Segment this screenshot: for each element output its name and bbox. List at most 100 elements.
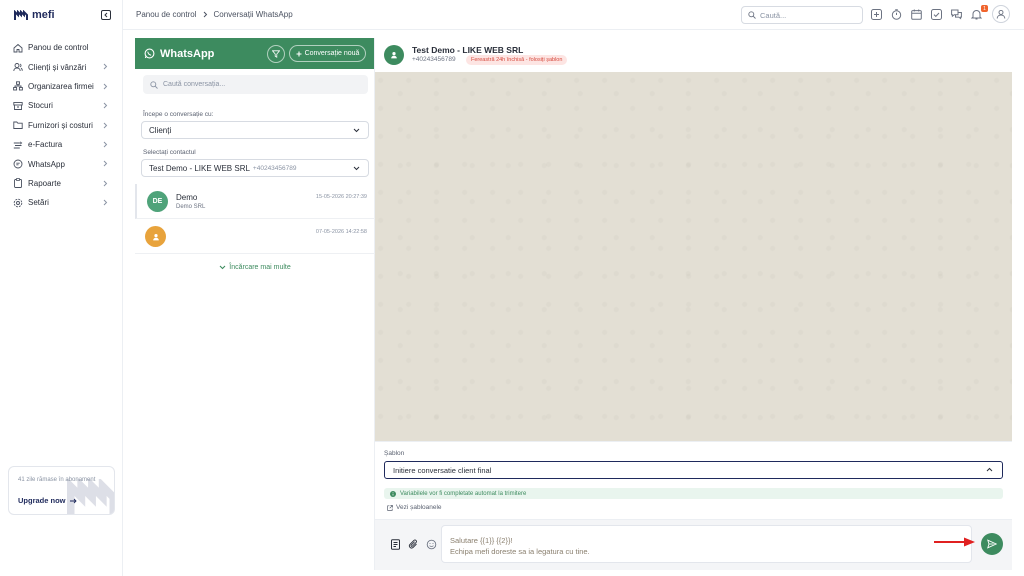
- collapse-sidebar-icon[interactable]: [101, 10, 111, 20]
- logo[interactable]: mefi: [14, 9, 55, 21]
- new-conversation-label: Conversație nouă: [304, 50, 360, 57]
- conversation-time: 15-05-2026 20:27:39: [315, 194, 367, 200]
- message-input[interactable]: Salutare {{1}} {{2}}! Echipa mefi dorest…: [441, 525, 972, 563]
- sidebar-item-label: Organizarea firmei: [28, 81, 94, 91]
- mefi-logo-icon: [14, 9, 28, 21]
- template-value: Initiere conversatie client final: [393, 465, 492, 475]
- paperclip-icon[interactable]: [408, 539, 419, 550]
- sidebar-item-label: e-Factura: [28, 140, 63, 150]
- sidebar-item-label: Setări: [28, 198, 49, 208]
- template-info-bar: Variabilele vor fi completate automat la…: [384, 488, 1003, 499]
- start-conversation-select[interactable]: Clienți: [141, 121, 369, 139]
- global-search-input[interactable]: Caută...: [741, 6, 863, 24]
- search-icon: [150, 80, 158, 89]
- user-icon: [390, 51, 398, 59]
- sidebar-item-stocuri[interactable]: Stocuri: [0, 96, 123, 115]
- conversation-name: Demo: [176, 193, 198, 202]
- upgrade-label: Upgrade now: [18, 496, 66, 505]
- promo-text: 41 zile rămase în abonament: [18, 477, 96, 483]
- breadcrumb-current: Conversații WhatsApp: [213, 10, 293, 19]
- breadcrumb-item[interactable]: Panou de control: [136, 10, 197, 19]
- chevron-right-icon: [103, 83, 108, 90]
- chat-header: Test Demo - LIKE WEB SRL +40243456789 Fe…: [375, 38, 1012, 72]
- task-check-icon[interactable]: [931, 9, 942, 20]
- sidebar-item-efactura[interactable]: e-Factura: [0, 135, 123, 154]
- send-button[interactable]: [981, 533, 1003, 555]
- sidebar-item-furnizori[interactable]: Furnizori și costuri: [0, 116, 123, 135]
- send-icon: [987, 539, 997, 549]
- sidebar-nav: Panou de control Clienți și vânzări Orga…: [0, 38, 123, 213]
- search-placeholder: Caută...: [760, 10, 787, 20]
- plus-icon: [296, 51, 302, 57]
- avatar-initials: DE: [152, 198, 163, 205]
- chevron-down-icon: [219, 265, 226, 270]
- chevron-right-icon: [103, 141, 108, 148]
- info-text: Variabilele vor fi completate automat la…: [400, 490, 527, 497]
- message-area[interactable]: [375, 72, 1012, 441]
- load-more-label: Încărcare mai multe: [229, 264, 291, 271]
- conversation-item[interactable]: DE Demo Demo SRL 15-05-2026 20:27:39: [135, 184, 375, 219]
- user-icon: [152, 233, 160, 241]
- message-composer: Salutare {{1}} {{2}}! Echipa mefi dorest…: [375, 519, 1012, 570]
- sidebar-item-label: Clienți și vânzări: [28, 62, 87, 72]
- user-icon: [996, 9, 1006, 19]
- sidebar-item-label: WhatsApp: [28, 159, 65, 169]
- chat-panel: Test Demo - LIKE WEB SRL +40243456789 Fe…: [375, 38, 1012, 570]
- filter-button[interactable]: [267, 45, 285, 63]
- whatsapp-header: WhatsApp Conversație nouă: [135, 38, 374, 69]
- conversation-avatar: DE: [147, 191, 168, 212]
- chevron-right-icon: [103, 122, 108, 129]
- org-icon: [13, 81, 23, 91]
- search-icon: [748, 11, 756, 19]
- calendar-icon[interactable]: [911, 9, 922, 20]
- filter-icon: [272, 50, 280, 58]
- template-section: Șablon Initiere conversatie client final…: [375, 441, 1012, 519]
- contact-select[interactable]: Test Demo - LIKE WEB SRL +40243456789: [141, 159, 369, 177]
- annotation-arrow-icon: [934, 537, 976, 547]
- arrow-right-icon: [69, 498, 77, 504]
- conversation-search-input[interactable]: Caută conversația...: [143, 75, 368, 94]
- home-icon: [13, 43, 23, 53]
- efactura-icon: [13, 140, 23, 150]
- chevron-up-icon: [986, 467, 993, 472]
- template-label: Șablon: [384, 450, 405, 457]
- chevron-right-icon: [103, 102, 108, 109]
- notification-badge: 1: [981, 5, 988, 12]
- timer-icon[interactable]: [891, 9, 902, 20]
- clipboard-icon: [13, 178, 23, 189]
- sidebar-item-panou[interactable]: Panou de control: [0, 38, 123, 57]
- load-more-button[interactable]: Încărcare mai multe: [135, 264, 375, 271]
- folder-icon: [13, 120, 23, 130]
- view-templates-label: Vezi șabloanele: [396, 504, 442, 511]
- sidebar-item-organizarea[interactable]: Organizarea firmei: [0, 77, 123, 96]
- template-doc-icon[interactable]: [390, 539, 401, 550]
- conversation-list-panel: WhatsApp Conversație nouă Caută conversa…: [135, 38, 375, 570]
- sidebar-item-whatsapp[interactable]: WhatsApp: [0, 154, 123, 173]
- add-square-icon[interactable]: [871, 9, 882, 20]
- select-value: Clienți: [149, 125, 172, 135]
- user-avatar[interactable]: [992, 5, 1010, 23]
- panel-title: WhatsApp: [160, 47, 215, 60]
- sidebar-item-rapoarte[interactable]: Rapoarte: [0, 174, 123, 193]
- sidebar-item-clienti[interactable]: Clienți și vânzări: [0, 57, 123, 76]
- messages-icon[interactable]: [951, 9, 962, 20]
- sidebar: mefi Panou de control Clienți și vânzări…: [0, 0, 123, 576]
- logo-text: mefi: [32, 9, 55, 21]
- subscription-promo: 41 zile rămase în abonament Upgrade now: [8, 466, 115, 515]
- chevron-right-icon: [103, 160, 108, 167]
- emoji-icon[interactable]: [426, 539, 437, 550]
- topbar: Panou de control Conversații WhatsApp Ca…: [123, 0, 1024, 30]
- upgrade-button[interactable]: Upgrade now: [18, 496, 77, 505]
- template-select[interactable]: Initiere conversatie client final: [384, 461, 1003, 479]
- conversation-time: 07-05-2026 14:22:58: [315, 229, 367, 235]
- box-icon: [13, 101, 23, 111]
- sidebar-item-setari[interactable]: Setări: [0, 193, 123, 212]
- contact-select-label: Selectați contactul: [143, 149, 196, 156]
- view-templates-link[interactable]: Vezi șabloanele: [387, 504, 442, 511]
- external-link-icon: [387, 504, 393, 511]
- chevron-right-icon: [103, 180, 108, 187]
- message-line: Salutare {{1}} {{2}}!: [450, 536, 513, 545]
- conversation-item[interactable]: 07-05-2026 14:22:58: [135, 219, 375, 254]
- new-conversation-button[interactable]: Conversație nouă: [289, 45, 366, 62]
- chevron-down-icon: [353, 166, 360, 171]
